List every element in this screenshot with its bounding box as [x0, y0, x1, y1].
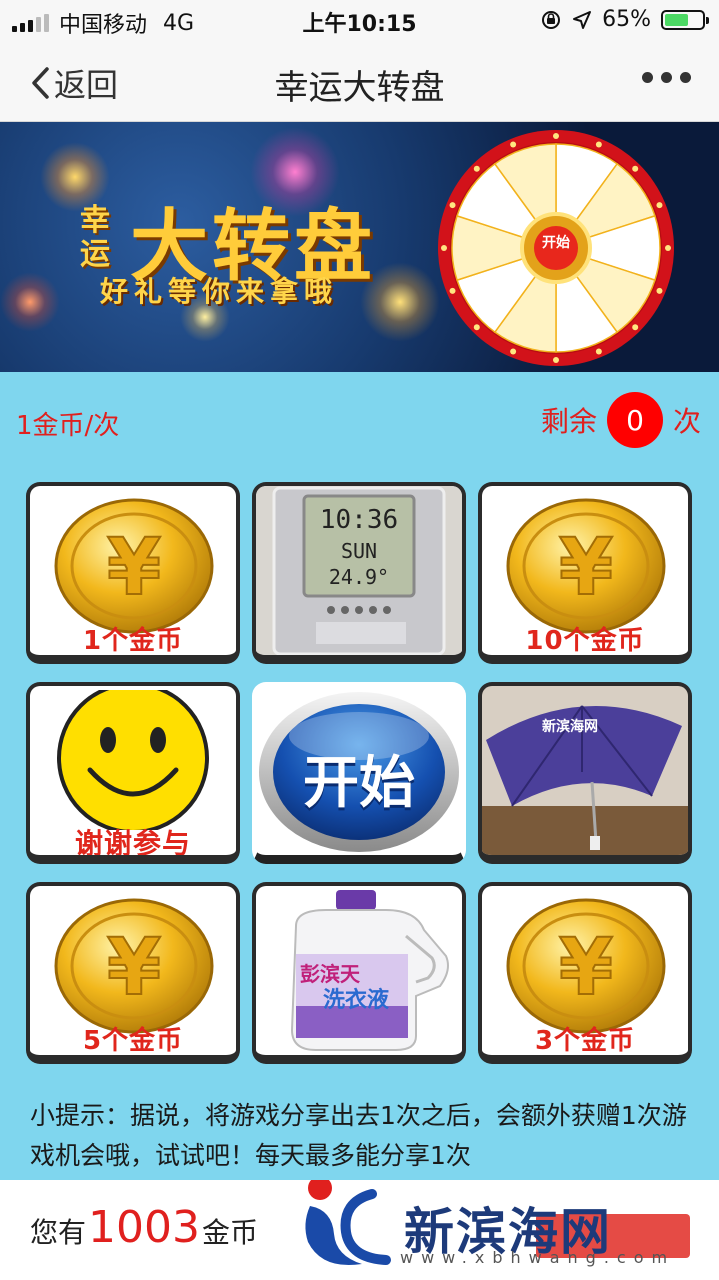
svg-text:¥: ¥ [107, 923, 161, 1013]
banner-lucky-text: 幸运 [80, 203, 110, 272]
network-label: 4G [163, 10, 195, 36]
chevron-left-icon [32, 67, 49, 99]
banner-subtitle: 好礼等你来拿哦 [100, 275, 339, 308]
prize-cell-thanks[interactable]: 谢谢参与 [26, 682, 240, 864]
firework-decoration [40, 142, 110, 212]
prize-label: 1个金币 [82, 626, 184, 656]
prize-cell-umbrella[interactable]: 新滨海网 [478, 682, 692, 864]
wheel-bulb [473, 165, 480, 172]
umbrella-brand-text: 新滨海网 [542, 719, 598, 735]
status-bar: 中国移动 4G 上午10:15 65% [0, 0, 719, 40]
prize-label: 5个金币 [82, 1026, 184, 1056]
coin-balance-value: 1003 [88, 1202, 200, 1253]
wheel-bulb [632, 165, 639, 172]
more-dot-icon [661, 72, 672, 83]
wheel-bulb [595, 141, 602, 148]
umbrella-image [482, 686, 688, 855]
wheel-bulb [553, 133, 559, 139]
more-menu-button[interactable] [642, 72, 691, 83]
gold-coin-icon: ¥ [54, 898, 214, 1034]
prize-cell-clock[interactable]: 10:36 SUN 24.9° [252, 482, 466, 664]
wheel-bulb [656, 202, 663, 209]
prize-label: 10个金币 [525, 626, 645, 656]
wheel-bulb [449, 287, 456, 294]
rotation-lock-icon [542, 10, 561, 29]
wheel-bulb [473, 324, 480, 331]
wheel-bulb [665, 245, 671, 251]
clock-temp-text: 24.9° [329, 565, 389, 589]
prize-cell-detergent[interactable]: 彭滨天 洗衣液 [252, 882, 466, 1064]
footer-bar: 您有 1003 金币 新滨海网 www.xbhwang.com [0, 1180, 719, 1280]
prize-cell-coin-3[interactable]: ¥ 3个金币 [478, 882, 692, 1064]
wheel-bulb [510, 141, 517, 148]
back-label: 返回 [54, 66, 119, 104]
gold-coin-icon: ¥ [506, 498, 666, 634]
promo-banner: 幸运 大转盘 好礼等你来拿哦 开始 [0, 122, 719, 372]
clock-time-text: 10:36 [320, 505, 398, 535]
coin-balance-suffix: 金币 [202, 1216, 259, 1249]
battery-percent: 65% [602, 7, 651, 32]
wheel-bulb [553, 357, 559, 363]
clock-day-text: SUN [341, 539, 377, 563]
coin-balance: 您有 1003 金币 [30, 1202, 258, 1253]
firework-decoration [0, 272, 60, 332]
wheel-bulb [656, 287, 663, 294]
cost-per-play: 1金币/次 [16, 411, 120, 441]
coin-balance-prefix: 您有 [30, 1216, 87, 1249]
share-tip-text: 小提示：据说，将游戏分享出去1次之后，会额外获赠1次游戏机会哦，试试吧！每天最多… [30, 1101, 687, 1170]
logo-url: www.xbhwang.com [400, 1248, 676, 1267]
wheel-bulb [632, 324, 639, 331]
more-dot-icon [642, 72, 653, 83]
wheel-bulb [510, 348, 517, 355]
svg-text:¥: ¥ [559, 523, 613, 613]
remaining-unit: 次 [672, 405, 701, 438]
prize-cell-coin-1[interactable]: ¥ 1个金币 [26, 482, 240, 664]
desk-clock-image: 10:36 SUN 24.9° [256, 486, 462, 655]
battery-icon [661, 9, 709, 30]
svg-text:¥: ¥ [107, 523, 161, 613]
remaining-label: 剩余 [540, 405, 597, 438]
more-dot-icon [680, 72, 691, 83]
prize-cell-coin-5[interactable]: ¥ 5个金币 [26, 882, 240, 1064]
wheel-bulb [449, 202, 456, 209]
smiley-face-icon [57, 690, 209, 830]
nav-bar: 返回 幸运大转盘 [0, 40, 719, 122]
remaining-plays: 剩余 0 次 [541, 392, 701, 448]
wheel-bulb [441, 245, 447, 251]
prize-cell-coin-10[interactable]: ¥ 10个金币 [478, 482, 692, 664]
svg-text:¥: ¥ [559, 923, 613, 1013]
detergent-name-text: 洗衣液 [322, 988, 389, 1013]
prize-label: 3个金币 [534, 1026, 636, 1056]
remaining-count-badge: 0 [606, 392, 663, 448]
gold-coin-icon: ¥ [506, 898, 666, 1034]
start-button-label: 开始 [303, 751, 415, 816]
start-button[interactable]: 开始 [252, 682, 466, 864]
signal-icon [12, 14, 49, 32]
back-button[interactable]: 返回 [30, 60, 118, 106]
location-arrow-icon [573, 10, 592, 29]
wheel-bulb [595, 348, 602, 355]
carrier-label: 中国移动 [59, 13, 148, 38]
wheel-start-label: 开始 [542, 235, 570, 251]
prize-label: 谢谢参与 [74, 827, 191, 860]
gold-coin-icon: ¥ [54, 498, 214, 634]
